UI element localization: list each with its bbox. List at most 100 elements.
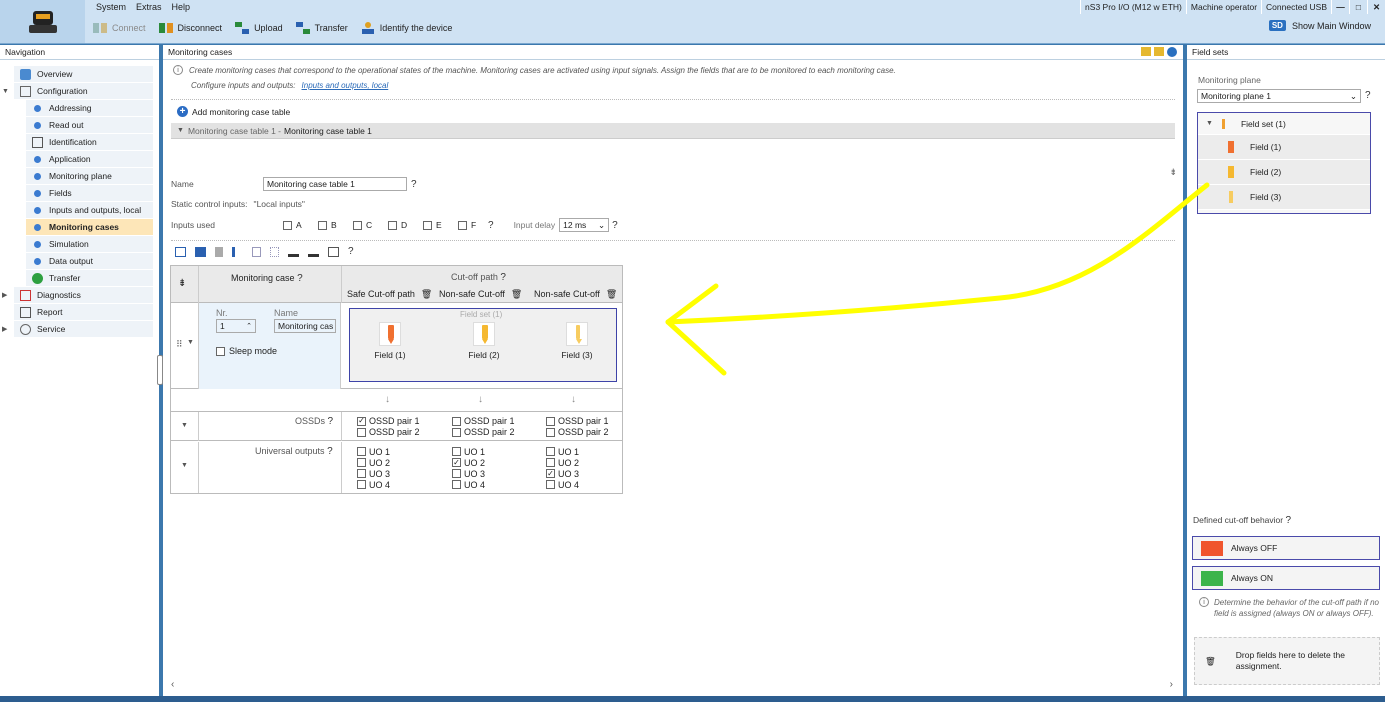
always-on-option[interactable]: Always ON (1192, 566, 1380, 590)
identify-button[interactable]: Identify the device (360, 21, 452, 35)
notes-icon[interactable] (1141, 47, 1151, 56)
nav-monitoring-cases[interactable]: Monitoring cases (26, 219, 153, 236)
help-icon[interactable]: ? (297, 273, 303, 284)
field-set-assignment[interactable]: Field set (1) Field (1) Field (2) Field … (349, 308, 617, 382)
add-row-icon[interactable] (175, 246, 186, 257)
close-button[interactable]: ✕ (1367, 0, 1385, 14)
uo-checkbox[interactable] (546, 480, 555, 489)
uo-option[interactable]: UO 2 (357, 457, 390, 468)
nav-configuration[interactable]: ▼ Configuration (2, 83, 153, 100)
nav-overview[interactable]: Overview (14, 66, 153, 83)
input-d[interactable]: D (388, 220, 423, 230)
nav-addressing[interactable]: Addressing (26, 100, 153, 117)
insert-column-icon[interactable] (232, 246, 243, 257)
case-row[interactable]: ⠿ ▼ Nr. Name 1 ⌃ Monitoring cas Sleep mod… (171, 303, 622, 389)
input-a-checkbox[interactable] (283, 220, 292, 230)
scroll-left-icon[interactable]: ‹ (171, 679, 174, 690)
uo-checkbox[interactable]: ✓ (546, 469, 555, 478)
uo-option[interactable]: UO 3 (357, 468, 390, 479)
uo-option[interactable]: UO 4 (546, 479, 579, 490)
menu-extras[interactable]: Extras (136, 2, 162, 12)
import-icon[interactable] (288, 247, 299, 257)
nr-stepper[interactable]: 1 ⌃ (216, 319, 256, 333)
nav-fields[interactable]: Fields (26, 185, 153, 202)
uo-option[interactable]: UO 4 (452, 479, 485, 490)
delay-select[interactable]: 12 ms ⌄ (559, 218, 610, 232)
ossd-checkbox[interactable] (452, 427, 461, 437)
uo-checkbox[interactable] (357, 480, 366, 489)
field-1[interactable]: Field (1) (360, 322, 420, 360)
expand-icon[interactable]: ▶ (2, 291, 7, 299)
help-icon[interactable]: ? (1365, 90, 1371, 101)
row-collapse-icon[interactable]: ▼ (181, 462, 188, 469)
uo-option[interactable]: UO 1 (452, 446, 485, 457)
uo-checkbox[interactable] (546, 447, 555, 456)
ossd-checkbox[interactable] (546, 416, 555, 426)
collapse-icon[interactable]: ▼ (2, 88, 9, 95)
help-icon[interactable]: ? (411, 179, 417, 190)
row-collapse-icon[interactable]: ▼ (187, 339, 194, 346)
input-c-checkbox[interactable] (353, 220, 362, 230)
ossd-checkbox[interactable] (546, 427, 555, 437)
uo-checkbox[interactable]: ✓ (452, 458, 461, 467)
notes-icon[interactable] (1154, 47, 1164, 56)
input-b-checkbox[interactable] (318, 220, 327, 230)
user-level[interactable]: Machine operator (1185, 0, 1261, 14)
input-f-checkbox[interactable] (458, 220, 467, 230)
always-off-option[interactable]: Always OFF (1192, 536, 1380, 560)
ossd-option[interactable]: OSSD pair 2 (357, 427, 420, 437)
nav-data-output[interactable]: Data output (26, 253, 153, 270)
delete-icon[interactable] (215, 246, 223, 257)
uo-checkbox[interactable] (357, 469, 366, 478)
uo-option[interactable]: UO 4 (357, 479, 390, 490)
name-input[interactable]: Monitoring case table 1 (263, 177, 407, 191)
field-item-2[interactable]: Field (2) (1198, 160, 1370, 185)
connect-button[interactable]: Connect (92, 21, 146, 35)
help-icon[interactable]: ? (327, 446, 333, 457)
nav-inputs-outputs[interactable]: Inputs and outputs, local (26, 202, 153, 219)
input-e-checkbox[interactable] (423, 220, 432, 230)
menu-help[interactable]: Help (172, 2, 191, 12)
nav-simulation[interactable]: Simulation (26, 236, 153, 253)
trash-icon[interactable]: 🗑 (511, 289, 522, 300)
nav-application[interactable]: Application (26, 151, 153, 168)
uo-checkbox[interactable] (452, 469, 461, 478)
nav-read-out[interactable]: Read out (26, 117, 153, 134)
field-item-3[interactable]: Field (3) (1198, 185, 1370, 210)
field-set-node[interactable]: ▼ Field set (1) (1198, 113, 1370, 135)
input-a[interactable]: A (283, 220, 318, 230)
drag-handle-icon[interactable]: ⠿ (176, 339, 183, 350)
help-icon[interactable] (1167, 47, 1177, 57)
nav-report[interactable]: Report (14, 304, 153, 321)
ossd-checkbox[interactable] (452, 416, 461, 426)
trash-icon[interactable]: 🗑 (421, 289, 432, 300)
field-3[interactable]: Field (3) (547, 322, 607, 360)
plane-select[interactable]: Monitoring plane 1 ⌄ (1197, 89, 1361, 103)
table-section-header[interactable]: ▼ Monitoring case table 1 - Monitoring c… (171, 123, 1175, 139)
nav-service[interactable]: ▶ Service (2, 321, 153, 338)
uo-option[interactable]: UO 1 (546, 446, 579, 457)
help-icon[interactable]: ? (328, 416, 334, 427)
trash-icon[interactable]: 🗑 (606, 289, 617, 300)
help-icon[interactable]: ? (488, 220, 494, 231)
field-item-1[interactable]: Field (1) (1198, 135, 1370, 160)
ossd-checkbox[interactable] (357, 427, 366, 437)
export-icon[interactable] (308, 247, 319, 257)
input-b[interactable]: B (318, 220, 353, 230)
split-icon[interactable] (252, 246, 261, 257)
row-collapse-icon[interactable]: ▼ (181, 422, 188, 429)
ossd-checkbox[interactable]: ✓ (357, 416, 366, 426)
transfer-button[interactable]: Transfer (295, 21, 348, 35)
help-icon[interactable]: ? (348, 246, 354, 257)
drop-zone[interactable]: 🗑 Drop fields here to delete the assignm… (1194, 637, 1380, 685)
sleep-mode[interactable]: Sleep mode (216, 346, 277, 356)
uo-option[interactable]: UO 3 (452, 468, 485, 479)
uo-checkbox[interactable] (452, 447, 461, 456)
input-d-checkbox[interactable] (388, 220, 397, 230)
maximize-button[interactable]: □ (1349, 0, 1367, 14)
collapse-icon[interactable]: ▼ (177, 127, 184, 134)
uo-option[interactable]: ✓ UO 3 (546, 468, 579, 479)
nav-transfer[interactable]: Transfer (26, 270, 153, 287)
sleep-mode-checkbox[interactable] (216, 346, 225, 356)
scroll-right-icon[interactable]: › (1170, 679, 1173, 690)
